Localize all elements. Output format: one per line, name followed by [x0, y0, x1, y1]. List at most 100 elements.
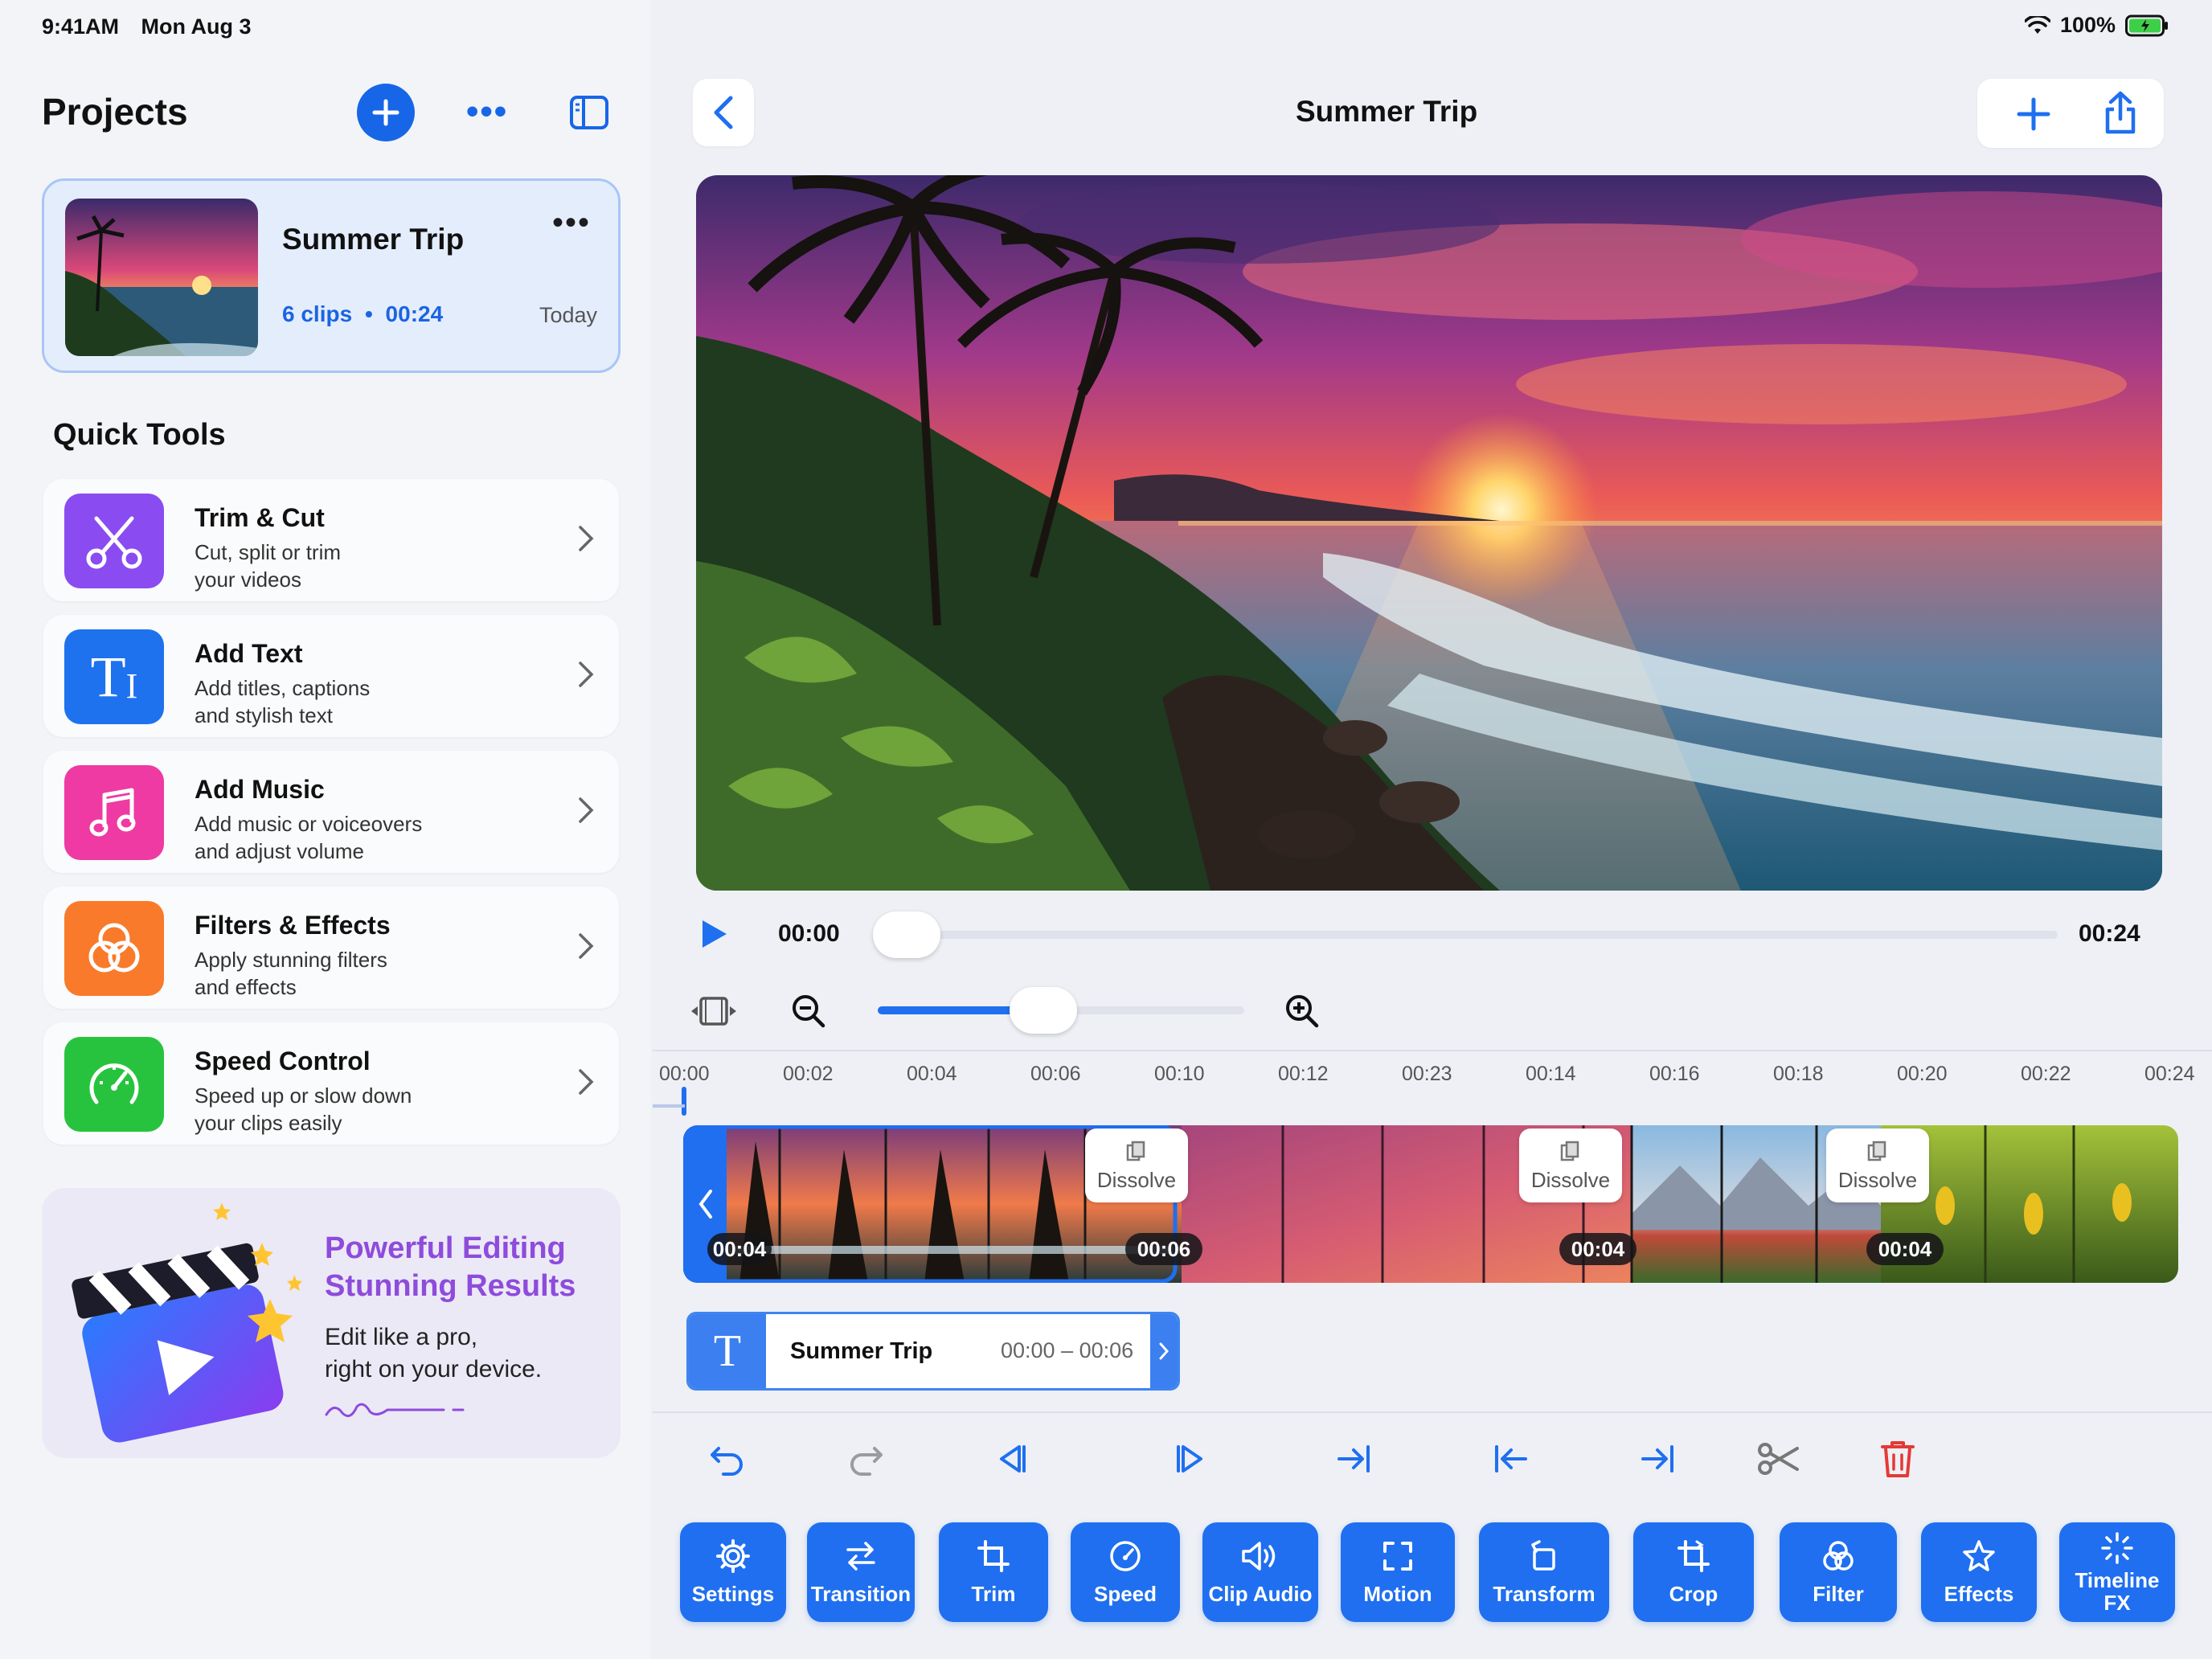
clip-audio-button[interactable]: Clip Audio — [1202, 1522, 1318, 1622]
crop-button[interactable]: Crop — [1633, 1522, 1754, 1622]
previous-frame-icon[interactable] — [992, 1439, 1032, 1479]
transition-label: Dissolve — [1530, 1167, 1611, 1192]
timeline-divider — [653, 1050, 2212, 1051]
next-frame-icon[interactable] — [1170, 1439, 1210, 1479]
ruler-label: 00:06 — [1030, 1063, 1081, 1085]
split-scissors-icon[interactable] — [1757, 1439, 1800, 1479]
transition-button[interactable]: Transition — [807, 1522, 915, 1622]
tools-divider — [653, 1411, 2212, 1413]
tool-add-text[interactable]: TI Add Text Add titles, captions and sty… — [43, 615, 619, 737]
tool-description: Add music or voiceovers and adjust volum… — [195, 810, 500, 865]
text-clip-handle[interactable] — [1150, 1314, 1178, 1388]
redo-icon[interactable] — [846, 1439, 886, 1479]
sidebar-title: Projects — [42, 91, 188, 133]
text-clip-name: Summer Trip — [790, 1338, 933, 1364]
chevron-right-icon — [577, 796, 595, 825]
ruler-label: 00:00 — [659, 1063, 710, 1085]
signature-scribble — [323, 1397, 476, 1421]
jump-to-start-icon[interactable] — [1490, 1439, 1530, 1479]
zoom-slider-knob[interactable] — [1010, 987, 1078, 1034]
video-track[interactable] — [683, 1125, 2178, 1283]
play-button[interactable] — [699, 918, 728, 950]
chevron-right-icon — [577, 1067, 595, 1096]
motion-icon — [1383, 1541, 1412, 1571]
tool-desc-line: your videos — [195, 567, 301, 592]
add-media-button[interactable] — [2016, 96, 2051, 132]
status-time: 9:41AM — [42, 14, 120, 39]
tool-speed-control[interactable]: Speed Control Speed up or slow down your… — [43, 1022, 619, 1145]
speedometer-icon — [64, 1037, 164, 1132]
settings-button[interactable]: Settings — [680, 1522, 786, 1622]
transition-dissolve[interactable]: Dissolve — [1826, 1129, 1929, 1202]
trim-button[interactable]: Trim — [939, 1522, 1048, 1622]
tool-trim-cut[interactable]: Trim & Cut Cut, split or trim your video… — [43, 479, 619, 601]
transition-label: Dissolve — [1096, 1167, 1177, 1192]
transition-dissolve[interactable]: Dissolve — [1519, 1129, 1622, 1202]
motion-button[interactable]: Motion — [1341, 1522, 1455, 1622]
filmstrip-icon[interactable] — [688, 993, 739, 1029]
project-clips: 6 clips — [282, 301, 353, 326]
promo-text-line: Edit like a pro, — [325, 1324, 478, 1350]
sidebar-toggle-icon[interactable] — [569, 95, 609, 130]
share-button[interactable] — [2103, 90, 2138, 135]
tool-desc-line: your clips easily — [195, 1111, 342, 1135]
sparkle-icon — [2101, 1532, 2133, 1564]
effects-button[interactable]: Effects — [1921, 1522, 2037, 1622]
tool-filters-effects[interactable]: Filters & Effects Apply stunning filters… — [43, 887, 619, 1009]
filter-icon — [64, 901, 164, 996]
project-thumbnail — [65, 199, 258, 356]
back-button[interactable] — [693, 79, 754, 146]
transform-label: Transform — [1493, 1581, 1596, 1606]
jump-to-end-icon[interactable] — [1334, 1439, 1374, 1479]
transform-button[interactable]: Transform — [1479, 1522, 1609, 1622]
scrubber-track[interactable] — [873, 931, 2058, 939]
more-options-icon[interactable]: ••• — [466, 92, 508, 132]
clapperboard-icon — [53, 1202, 318, 1452]
crop-trim-icon — [977, 1539, 1010, 1572]
top-actions — [1977, 79, 2164, 148]
tool-desc-line: and stylish text — [195, 703, 333, 727]
project-card[interactable]: Summer Trip ••• 6 clips • 00:24 Today — [42, 178, 621, 373]
filter-button[interactable]: Filter — [1780, 1522, 1897, 1622]
speed-button[interactable]: Speed — [1071, 1522, 1180, 1622]
timeline-fx-button[interactable]: Timeline FX — [2059, 1522, 2175, 1622]
crop-icon — [1677, 1539, 1710, 1572]
project-more-icon[interactable]: ••• — [552, 205, 591, 241]
tool-desc-line: Add music or voiceovers — [195, 812, 423, 836]
tool-desc-line: Speed up or slow down — [195, 1083, 412, 1108]
project-name: Summer Trip — [282, 223, 465, 256]
quick-tools-title: Quick Tools — [53, 418, 226, 452]
share-icon — [2105, 91, 2136, 134]
transition-duration: 00:04 — [1866, 1233, 1944, 1265]
tool-desc-line: Apply stunning filters — [195, 948, 387, 972]
promo-title: Powerful Editing Stunning Results — [325, 1230, 614, 1305]
transition-dissolve[interactable]: Dissolve — [1085, 1129, 1188, 1202]
dissolve-icon — [1560, 1141, 1579, 1161]
ruler-label: 00:24 — [2144, 1063, 2195, 1085]
new-project-button[interactable] — [357, 84, 415, 141]
timeline-fx-label: Timeline FX — [2075, 1568, 2160, 1615]
ruler-label: 00:14 — [1526, 1063, 1576, 1085]
transition-duration: 00:06 — [1125, 1233, 1202, 1265]
tool-desc-line: and effects — [195, 975, 297, 999]
transition-label: Dissolve — [1837, 1167, 1918, 1192]
editor-title: Summer Trip — [1296, 95, 1478, 128]
zoom-out-icon[interactable] — [791, 993, 826, 1029]
filter-icon — [1823, 1540, 1854, 1571]
tool-add-music[interactable]: Add Music Add music or voiceovers and ad… — [43, 751, 619, 873]
transition-icon — [846, 1541, 875, 1571]
split-end-icon[interactable] — [1638, 1439, 1678, 1479]
delete-icon[interactable] — [1879, 1439, 1916, 1479]
video-preview[interactable] — [696, 175, 2162, 891]
playhead[interactable] — [682, 1087, 686, 1116]
status-bar-right: 100% — [2024, 13, 2169, 38]
promo-text: Edit like a pro, right on your device. — [325, 1321, 598, 1386]
tool-title: Trim & Cut — [195, 503, 325, 532]
zoom-in-icon[interactable] — [1284, 993, 1320, 1029]
transition-duration: 00:04 — [1559, 1233, 1636, 1265]
chevron-right-icon — [577, 932, 595, 961]
plus-icon — [2017, 97, 2050, 131]
undo-icon[interactable] — [707, 1439, 748, 1479]
text-track-clip[interactable]: T Summer Trip 00:00 – 00:06 — [686, 1312, 1180, 1391]
scrubber-knob[interactable] — [873, 911, 940, 958]
